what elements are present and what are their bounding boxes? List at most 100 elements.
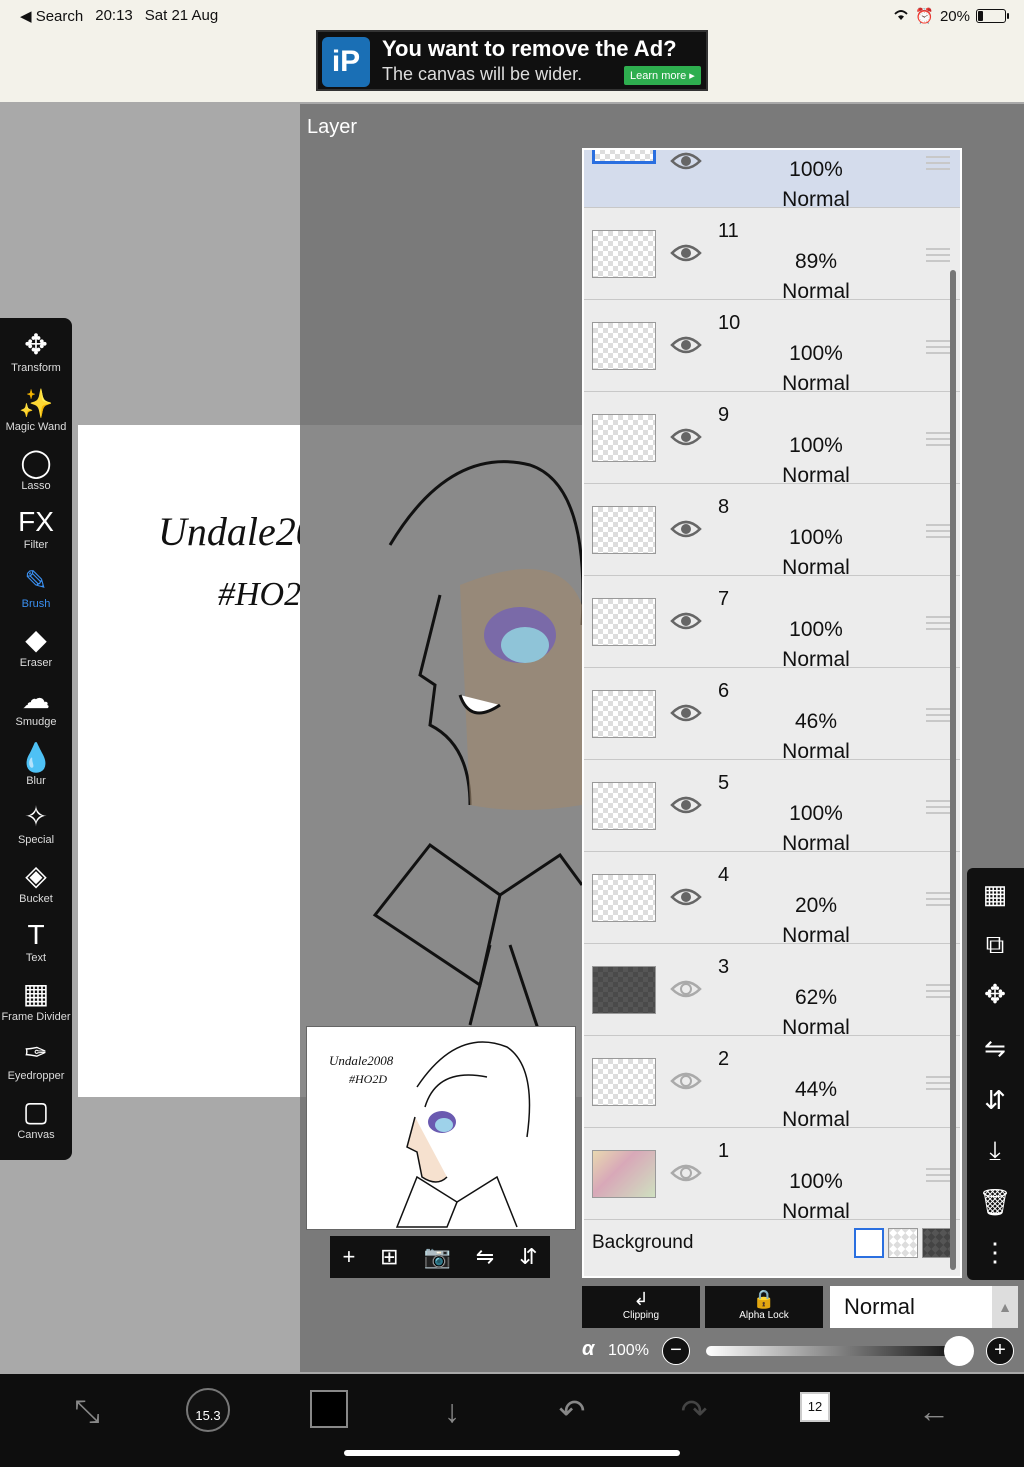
layer-row[interactable]: 6 46% Normal bbox=[584, 668, 960, 763]
drag-handle-icon[interactable] bbox=[926, 524, 950, 538]
layer-row[interactable]: 8 100% Normal bbox=[584, 484, 960, 579]
tool-bucket[interactable]: ◈ Bucket bbox=[0, 859, 72, 917]
layer-row[interactable]: 100% Normal bbox=[584, 150, 960, 211]
more-options-icon[interactable]: ⋮ bbox=[977, 1234, 1013, 1270]
layer-row[interactable]: 4 20% Normal bbox=[584, 852, 960, 947]
character-sketch bbox=[372, 460, 585, 1036]
tool-special[interactable]: ✧ Special bbox=[0, 800, 72, 858]
drag-handle-icon[interactable] bbox=[926, 616, 950, 630]
tool-filter[interactable]: FX Filter bbox=[0, 505, 72, 563]
flip-layer-horizontal-icon[interactable]: ⇋ bbox=[977, 1030, 1013, 1066]
layer-row[interactable]: 2 44% Normal bbox=[584, 1036, 960, 1131]
tool-blur[interactable]: 💧 Blur bbox=[0, 741, 72, 799]
tool-eraser[interactable]: ◆ Eraser bbox=[0, 623, 72, 681]
layer-row[interactable]: 7 100% Normal bbox=[584, 576, 960, 671]
undo-icon[interactable]: ↶ bbox=[550, 1386, 594, 1436]
drag-handle-icon[interactable] bbox=[926, 340, 950, 354]
drag-handle-icon[interactable] bbox=[926, 432, 950, 446]
move-layer-icon[interactable]: ✥ bbox=[977, 976, 1013, 1012]
drag-handle-icon[interactable] bbox=[926, 800, 950, 814]
layer-row[interactable]: 1 100% Normal bbox=[584, 1128, 960, 1223]
transparent-fill-icon[interactable]: ▦ bbox=[977, 876, 1013, 912]
tool-transform[interactable]: ✥ Transform bbox=[0, 328, 72, 386]
blend-mode-select[interactable]: Normal bbox=[830, 1286, 992, 1328]
ad-title: You want to remove the Ad? bbox=[382, 36, 677, 61]
opacity-decrease-button[interactable]: − bbox=[662, 1337, 690, 1365]
layer-list-scrollbar[interactable] bbox=[950, 270, 956, 1270]
redo-icon[interactable]: ↷ bbox=[672, 1386, 716, 1436]
import-photo-icon[interactable]: 📷 bbox=[423, 1244, 450, 1270]
clipping-button[interactable]: ↲ Clipping bbox=[582, 1286, 700, 1328]
opacity-increase-button[interactable]: + bbox=[986, 1337, 1014, 1365]
brush-size-button[interactable]: 15.3 bbox=[186, 1388, 230, 1432]
tool-brush[interactable]: ✎ Brush bbox=[0, 564, 72, 622]
wifi-icon bbox=[893, 8, 909, 25]
add-layer-icon[interactable]: + bbox=[342, 1244, 355, 1270]
color-swatch-button[interactable] bbox=[310, 1390, 348, 1428]
blend-mode-arrow-icon[interactable]: ▲ bbox=[992, 1286, 1018, 1328]
drag-handle-icon[interactable] bbox=[926, 984, 950, 998]
flip-horizontal-icon[interactable]: ⇋ bbox=[476, 1244, 494, 1270]
tool-label: Special bbox=[17, 834, 55, 846]
down-arrow-icon[interactable]: ↓ bbox=[430, 1386, 474, 1436]
duplicate-layer-icon[interactable]: ⊞ bbox=[380, 1244, 398, 1270]
tool-text[interactable]: T Text bbox=[0, 918, 72, 976]
tool-smudge[interactable]: ☁ Smudge bbox=[0, 682, 72, 740]
layers-button[interactable]: 12 bbox=[800, 1392, 830, 1422]
background-transparent-swatch[interactable] bbox=[888, 1228, 918, 1258]
ad-banner[interactable]: iP You want to remove the Ad? The canvas… bbox=[316, 30, 708, 91]
tool-canvas[interactable]: ▢ Canvas bbox=[0, 1095, 72, 1153]
canvas-thumbnail-preview[interactable]: Undale2008 #HO2D bbox=[306, 1026, 576, 1230]
delete-layer-icon[interactable]: 🗑 bbox=[977, 1184, 1013, 1220]
layer-opacity-slider-row: α 100% − + bbox=[582, 1336, 1022, 1366]
visibility-eye-icon[interactable] bbox=[670, 794, 702, 816]
home-indicator[interactable] bbox=[344, 1450, 680, 1456]
tool-frame-divider[interactable]: ▦ Frame Divider bbox=[0, 977, 72, 1035]
visibility-eye-icon[interactable] bbox=[670, 886, 702, 908]
layer-panel-title: Layer bbox=[307, 116, 358, 138]
tool-magic-wand[interactable]: ✨ Magic Wand bbox=[0, 387, 72, 445]
special-icon: ✧ bbox=[24, 801, 48, 832]
drag-handle-icon[interactable] bbox=[926, 248, 950, 262]
background-layer-row[interactable]: Background bbox=[584, 1220, 960, 1270]
layer-transform-icon[interactable]: ⧉ bbox=[977, 926, 1013, 962]
back-to-search-link[interactable]: ◀ Search bbox=[20, 7, 83, 25]
visibility-eye-icon[interactable] bbox=[670, 518, 702, 540]
signature-text-line1: Undale2008 bbox=[158, 509, 300, 554]
drag-handle-icon[interactable] bbox=[926, 156, 950, 170]
layer-row[interactable]: 11 89% Normal bbox=[584, 208, 960, 303]
drag-handle-icon[interactable] bbox=[926, 708, 950, 722]
opacity-slider-knob[interactable] bbox=[944, 1336, 974, 1366]
merge-down-icon[interactable]: ⤓ bbox=[977, 1132, 1013, 1168]
drag-handle-icon[interactable] bbox=[926, 892, 950, 906]
background-white-swatch[interactable] bbox=[854, 1228, 884, 1258]
drag-handle-icon[interactable] bbox=[926, 1076, 950, 1090]
tool-selection-icon[interactable]: ⤡ bbox=[62, 1386, 112, 1436]
opacity-slider-track[interactable] bbox=[706, 1346, 958, 1356]
clipping-arrow-icon: ↲ bbox=[633, 1289, 649, 1309]
alpha-lock-button[interactable]: 🔒 Alpha Lock bbox=[705, 1286, 823, 1328]
layer-row[interactable]: 3 62% Normal bbox=[584, 944, 960, 1039]
layer-row[interactable]: 9 100% Normal bbox=[584, 392, 960, 487]
layer-row[interactable]: 10 100% Normal bbox=[584, 300, 960, 395]
tool-eyedropper[interactable]: ✑ Eyedropper bbox=[0, 1036, 72, 1094]
visibility-eye-icon[interactable] bbox=[670, 334, 702, 356]
drawing-canvas[interactable]: Undale2008 #HO2D bbox=[78, 425, 300, 1097]
drag-handle-icon[interactable] bbox=[926, 1168, 950, 1182]
visibility-eye-icon[interactable] bbox=[670, 1162, 702, 1184]
visibility-eye-icon[interactable] bbox=[670, 150, 702, 172]
ad-learn-more-button[interactable]: Learn more ▸ bbox=[624, 66, 701, 85]
visibility-eye-icon[interactable] bbox=[670, 242, 702, 264]
visibility-eye-icon[interactable] bbox=[670, 1070, 702, 1092]
tool-lasso[interactable]: ◯ Lasso bbox=[0, 446, 72, 504]
background-dark-swatch[interactable] bbox=[922, 1228, 952, 1258]
visibility-eye-icon[interactable] bbox=[670, 702, 702, 724]
visibility-eye-icon[interactable] bbox=[670, 610, 702, 632]
visibility-eye-icon[interactable] bbox=[670, 426, 702, 448]
flip-layer-vertical-icon[interactable]: ⇵ bbox=[977, 1082, 1013, 1118]
visibility-eye-icon[interactable] bbox=[670, 978, 702, 1000]
layer-list[interactable]: 100% Normal 11 89% Normal 10 100% Normal 9 100% No… bbox=[582, 148, 962, 1278]
back-arrow-icon[interactable]: ← bbox=[912, 1386, 956, 1436]
flip-vertical-icon[interactable]: ⇵ bbox=[519, 1244, 537, 1270]
layer-row[interactable]: 5 100% Normal bbox=[584, 760, 960, 855]
